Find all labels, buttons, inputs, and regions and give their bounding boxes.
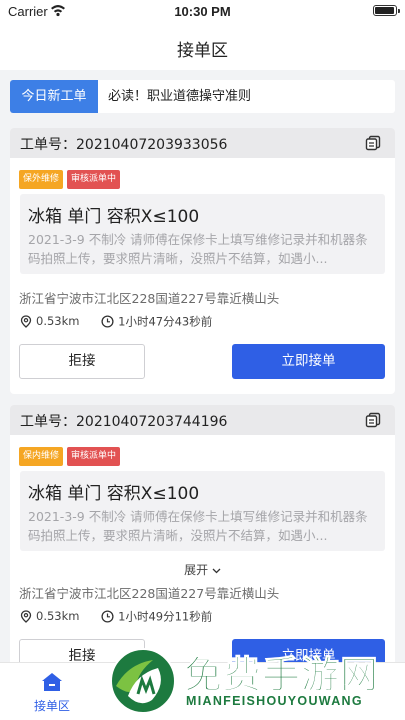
location-icon — [20, 314, 32, 328]
copy-icon[interactable] — [365, 412, 381, 428]
badge-group: 保内维修 审核派单中 — [19, 443, 124, 466]
status-badge: 审核派单中 — [67, 447, 121, 466]
page-title: 接单区 — [177, 41, 228, 61]
tab-label: 接单区 — [33, 699, 70, 713]
location-icon — [20, 609, 32, 623]
order-title: 冰箱 单门 容积X≤100 — [28, 484, 200, 504]
status-bar: Carrier 10:30 PM — [0, 0, 405, 24]
order-detail[interactable]: 冰箱 单门 容积X≤100 2021-3-9 不制冷 请师傅在保修卡上填写维修记… — [20, 194, 385, 274]
accept-order-button[interactable]: 立即接单 — [232, 344, 385, 379]
battery-icon — [373, 5, 400, 16]
watermark-logo — [110, 648, 176, 714]
order-number-label: 工单号： — [20, 137, 76, 153]
warranty-badge: 保外维修 — [19, 170, 64, 189]
order-meta: 0.53km 1小时49分11秒前 — [20, 608, 213, 623]
distance: 0.53km — [36, 609, 80, 623]
watermark-text: 免费手游网 — [183, 652, 380, 698]
elapsed-time: 1小时49分11秒前 — [118, 609, 213, 623]
home-icon — [42, 673, 62, 691]
order-number-label: 工单号： — [20, 414, 76, 430]
order-header: 工单号：20210407203933056 — [10, 128, 395, 158]
order-address: 浙江省宁波市江北区228国道227号靠近横山头 — [19, 586, 280, 601]
order-meta: 0.53km 1小时47分43秒前 — [20, 313, 213, 328]
order-detail[interactable]: 冰箱 单门 容积X≤100 2021-3-9 不制冷 请师傅在保修卡上填写维修记… — [20, 471, 385, 551]
order-number: 20210407203933056 — [76, 137, 228, 153]
order-header: 工单号：20210407203744196 — [10, 405, 395, 435]
elapsed-time: 1小时47分43秒前 — [118, 314, 213, 328]
order-title: 冰箱 单门 容积X≤100 — [28, 207, 200, 227]
clock: 10:30 PM — [174, 4, 231, 19]
clock-icon — [101, 314, 114, 328]
expand-label: 展开 — [184, 563, 209, 577]
nav-bar: 接单区 — [0, 24, 405, 70]
badge-group: 保外维修 审核派单中 — [19, 166, 124, 189]
notice-bar[interactable]: 今日新工单 必读！职业道德操守准则 — [10, 80, 395, 113]
reject-button[interactable]: 拒接 — [19, 344, 145, 379]
expand-toggle[interactable]: 展开 — [10, 561, 395, 578]
order-number: 20210407203744196 — [76, 414, 228, 430]
warranty-badge: 保内维修 — [19, 447, 64, 466]
notice-tag: 今日新工单 — [10, 80, 98, 113]
chevron-down-icon — [212, 568, 221, 573]
order-description: 2021-3-9 不制冷 请师傅在保修卡上填写维修记录并和机器条码拍照上传，要求… — [28, 509, 368, 543]
watermark-subtext: MIANFEISHOUYOUWANG — [186, 694, 363, 708]
notice-text[interactable]: 必读！职业道德操守准则 — [108, 80, 251, 113]
status-badge: 审核派单中 — [67, 170, 121, 189]
order-description: 2021-3-9 不制冷 请师傅在保修卡上填写维修记录并和机器条码拍照上传，要求… — [28, 232, 368, 266]
clock-icon — [101, 609, 114, 623]
distance: 0.53km — [36, 314, 80, 328]
tab-order-area[interactable]: 接单区 — [2, 663, 102, 720]
order-address: 浙江省宁波市江北区228国道227号靠近横山头 — [19, 291, 280, 306]
watermark: 免费手游网 MIANFEISHOUYOUWANG — [108, 640, 398, 720]
order-card[interactable]: 工单号：20210407203933056 保外维修 审核派单中 冰箱 单门 容积… — [10, 128, 395, 394]
copy-icon[interactable] — [365, 135, 381, 151]
